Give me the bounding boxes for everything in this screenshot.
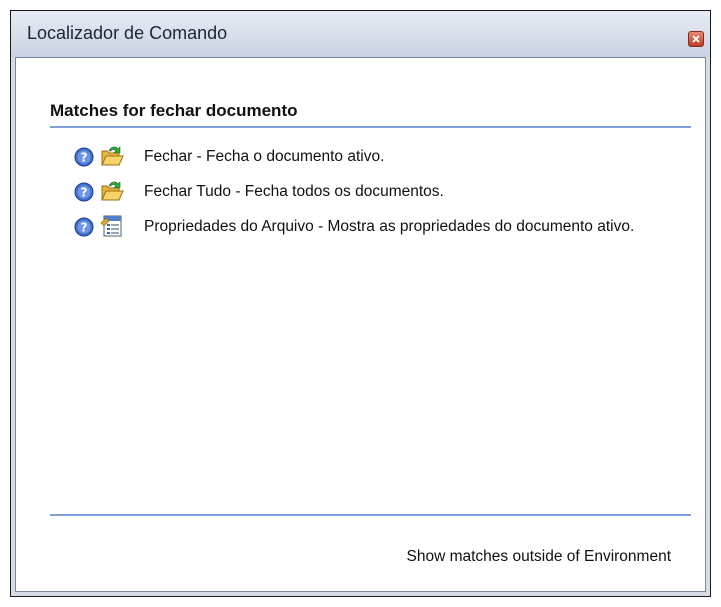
close-icon [692,35,700,43]
file-properties-icon [100,215,122,237]
result-item-fechar-tudo[interactable]: ? Fechar Tudo - Fecha todos os documento… [74,179,674,204]
result-item-propriedades-do-arquivo[interactable]: ? Propriedades do Arquivo - Mostra as pr… [74,214,674,239]
results-list: ? Fechar - Fecha o documento ativo. ? Fe… [74,144,674,249]
result-text: Propriedades do Arquivo - Mostra as prop… [144,218,635,235]
footer-divider [50,514,691,516]
client-area: Matches for fechar documento ? Fechar - … [15,57,706,592]
folder-open-icon [101,146,124,166]
command-locator-window: Localizador de Comando Matches for fecha… [10,10,711,597]
result-text: Fechar Tudo - Fecha todos os documentos. [144,183,444,200]
svg-text:?: ? [81,186,88,200]
help-icon[interactable]: ? [74,217,94,237]
show-outside-matches-link[interactable]: Show matches outside of Environment [407,548,672,566]
heading-divider [50,126,691,128]
help-icon[interactable]: ? [74,182,94,202]
help-icon[interactable]: ? [74,147,94,167]
close-button[interactable] [688,31,704,47]
result-text: Fechar - Fecha o documento ativo. [144,148,385,165]
svg-text:?: ? [81,151,88,165]
svg-text:?: ? [81,221,88,235]
title-bar[interactable]: Localizador de Comando [11,11,710,57]
matches-heading: Matches for fechar documento [50,101,298,120]
result-item-fechar[interactable]: ? Fechar - Fecha o documento ativo. [74,144,674,169]
folder-open-icon [101,181,124,201]
window-title: Localizador de Comando [27,23,228,43]
